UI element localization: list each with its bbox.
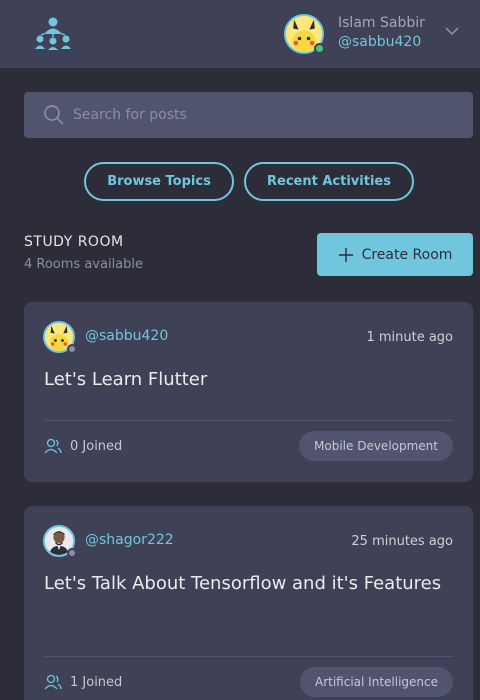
- search-input[interactable]: [73, 92, 453, 138]
- rooms-count: 4 Rooms available: [24, 257, 144, 272]
- create-room-label: Create Room: [361, 246, 453, 263]
- joined-count: 0 Joined: [44, 438, 122, 454]
- room-time: 1 minute ago: [366, 330, 453, 345]
- room-card[interactable]: @shagor222 25 minutes ago Let's Talk Abo…: [24, 506, 473, 700]
- create-room-button[interactable]: Create Room: [317, 233, 473, 276]
- room-title[interactable]: Let's Learn Flutter: [44, 364, 454, 396]
- logo-icon[interactable]: [34, 16, 72, 50]
- room-card[interactable]: @sabbu420 1 minute ago Let's Learn Flutt…: [24, 302, 473, 482]
- card-divider: [44, 656, 453, 657]
- user-name: Islam Sabbir: [338, 15, 425, 31]
- room-time: 25 minutes ago: [351, 534, 453, 549]
- topic-badge[interactable]: Mobile Development: [299, 431, 453, 461]
- top-header: Islam Sabbir @sabbu420: [0, 0, 480, 68]
- offline-status-dot: [67, 344, 77, 354]
- browse-topics-button[interactable]: Browse Topics: [84, 162, 234, 201]
- card-divider: [44, 420, 453, 421]
- recent-activities-button[interactable]: Recent Activities: [244, 162, 414, 201]
- room-title[interactable]: Let's Talk About Tensorflow and it's Fea…: [44, 568, 454, 600]
- host-avatar[interactable]: [43, 321, 77, 354]
- topic-badge[interactable]: Artificial Intelligence: [300, 667, 453, 697]
- search-bar: [24, 92, 473, 138]
- section-title: STUDY ROOM: [24, 234, 124, 250]
- user-avatar[interactable]: [284, 14, 325, 54]
- host-handle[interactable]: @shagor222: [85, 532, 174, 548]
- users-icon: [44, 438, 62, 454]
- online-status-dot: [314, 43, 325, 54]
- joined-count: 1 Joined: [44, 674, 122, 690]
- host-avatar[interactable]: [43, 525, 77, 558]
- plus-icon: [338, 247, 353, 262]
- user-handle[interactable]: @sabbu420: [338, 34, 421, 50]
- chevron-down-icon[interactable]: [443, 22, 461, 40]
- users-icon: [44, 674, 62, 690]
- search-icon: [44, 105, 64, 125]
- offline-status-dot: [67, 548, 77, 558]
- joined-label: 0 Joined: [70, 438, 123, 454]
- host-handle[interactable]: @sabbu420: [85, 328, 168, 344]
- joined-label: 1 Joined: [70, 674, 123, 690]
